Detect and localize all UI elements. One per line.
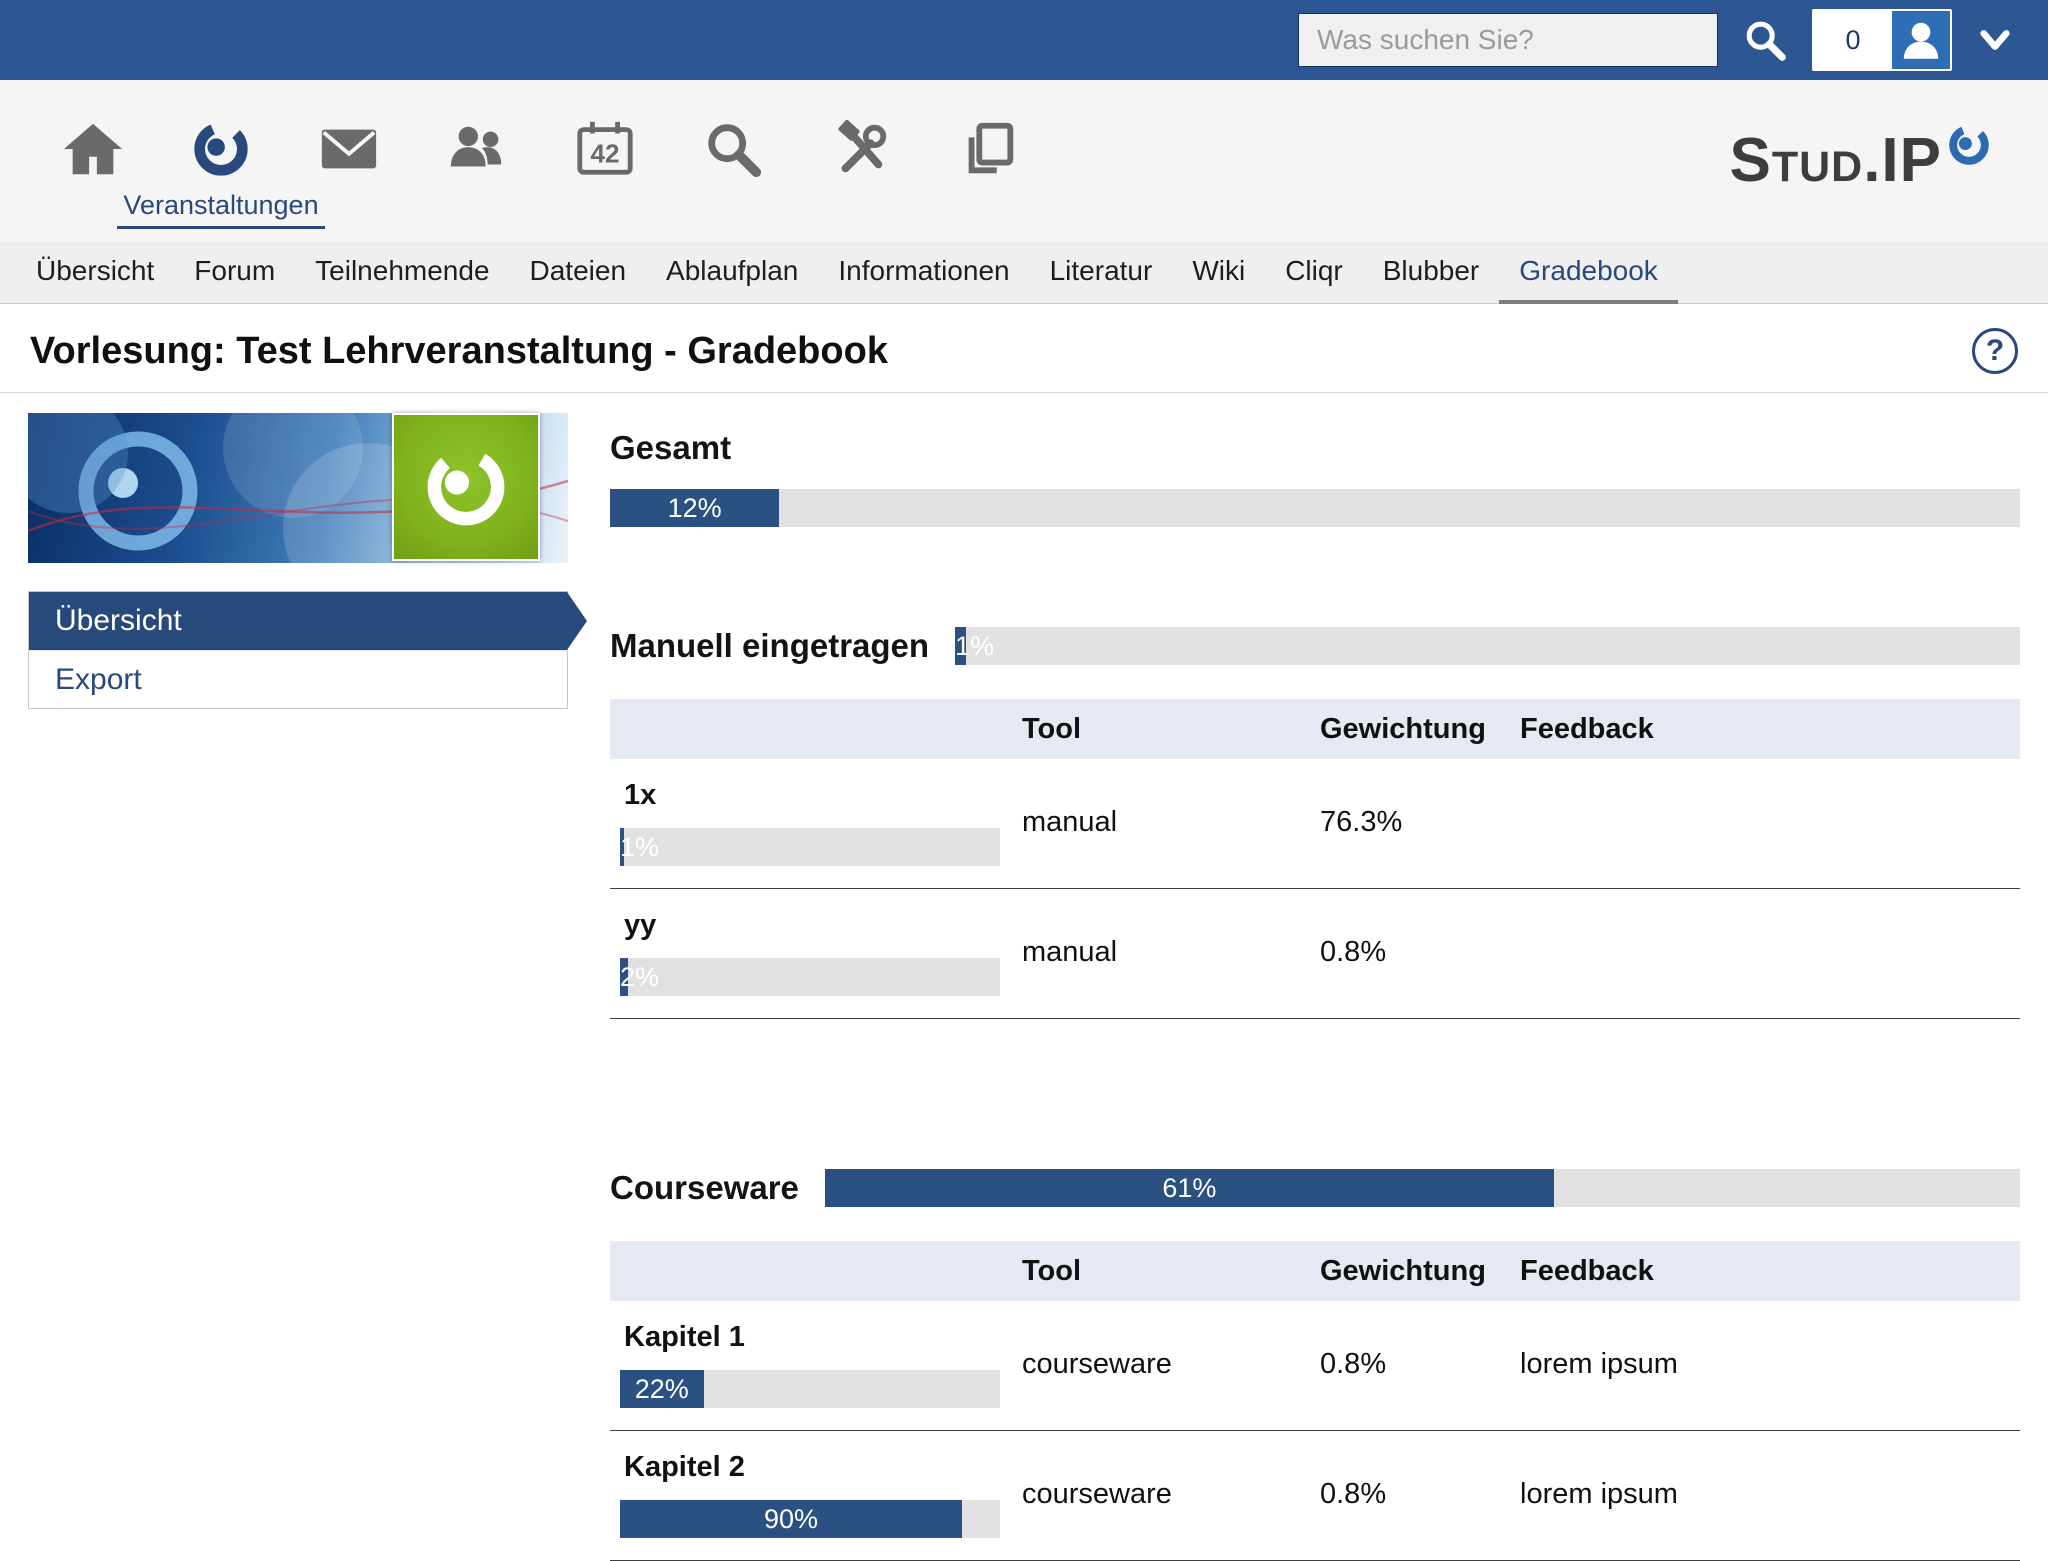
manual-section-heading: Manuell eingetragen	[610, 627, 929, 665]
col-tool: Tool	[1022, 1255, 1320, 1288]
global-search-input[interactable]	[1298, 13, 1718, 67]
course-banner-image	[28, 413, 568, 563]
tab-literatur[interactable]: Literatur	[1030, 242, 1173, 304]
col-feedback: Feedback	[1520, 1255, 2020, 1288]
avatar[interactable]	[1892, 11, 1950, 69]
sidebar-item-label: Übersicht	[55, 604, 182, 638]
tab-ablaufplan[interactable]: Ablaufplan	[646, 242, 818, 304]
row-gewichtung: 0.8%	[1320, 936, 1520, 969]
manual-table: Tool Gewichtung Feedback 1x 1%	[610, 699, 2020, 1019]
row-feedback: lorem ipsum	[1520, 1478, 2020, 1511]
row-progressbar: 1%	[620, 828, 1000, 866]
help-icon[interactable]: ?	[1972, 328, 2018, 374]
page-header: Vorlesung: Test Lehrveranstaltung - Grad…	[0, 304, 2048, 393]
person-icon	[1896, 15, 1946, 65]
manual-progress-label: 1%	[955, 627, 994, 665]
row-progressbar: 2%	[620, 958, 1000, 996]
row-gewichtung: 0.8%	[1320, 1478, 1520, 1511]
schedule-icon[interactable]: 42	[570, 80, 640, 242]
courseware-section-heading: Courseware	[610, 1169, 799, 1207]
table-row: yy 2% manual 0.8%	[610, 889, 2020, 1019]
svg-text:42: 42	[590, 139, 619, 169]
row-name: Kapitel 1	[610, 1321, 1022, 1354]
sidebar: Übersicht Export	[28, 413, 568, 1561]
content-area: Vorlesung: Test Lehrveranstaltung - Grad…	[0, 304, 2048, 1561]
topbar: 0	[0, 0, 2048, 80]
course-logo-tile	[392, 413, 540, 561]
tab-forum[interactable]: Forum	[174, 242, 295, 304]
row-progress-label: 2%	[620, 958, 659, 996]
mail-icon[interactable]	[314, 80, 384, 242]
studip-logo-text: Stud.IP	[1729, 130, 1942, 192]
courses-swirl-icon[interactable]: Veranstaltungen	[186, 80, 256, 242]
row-tool: courseware	[1022, 1478, 1320, 1511]
user-box: 0	[1812, 9, 1952, 71]
row-name: yy	[610, 909, 1022, 942]
table-header-row: Tool Gewichtung Feedback	[610, 699, 2020, 759]
tab-teilnehmende[interactable]: Teilnehmende	[295, 242, 509, 304]
col-feedback: Feedback	[1520, 713, 2020, 746]
col-tool: Tool	[1022, 713, 1320, 746]
courseware-section: Courseware 61% Tool Gewichtung Feedback	[610, 1169, 2020, 1561]
chevron-down-icon[interactable]	[1976, 24, 2014, 56]
row-feedback: lorem ipsum	[1520, 1348, 2020, 1381]
overall-section: Gesamt 12%	[610, 429, 2020, 527]
notification-count[interactable]: 0	[1814, 25, 1892, 56]
overall-progress-label: 12%	[610, 489, 779, 527]
tab-uebersicht[interactable]: Übersicht	[16, 242, 174, 304]
sidebar-menu: Übersicht Export	[28, 591, 568, 709]
course-logo-swirl-icon	[411, 432, 521, 542]
table-row: 1x 1% manual 76.3%	[610, 759, 2020, 889]
tab-gradebook[interactable]: Gradebook	[1499, 242, 1678, 304]
active-toolbar-label: Veranstaltungen	[117, 190, 324, 229]
table-row: Kapitel 2 90% courseware 0.8% lorem ipsu…	[610, 1431, 2020, 1561]
manual-section: Manuell eingetragen 1% Tool Gewichtung F…	[610, 627, 2020, 1019]
courseware-progress-label: 61%	[825, 1169, 1554, 1207]
row-name: Kapitel 2	[610, 1451, 1022, 1484]
table-header-row: Tool Gewichtung Feedback	[610, 1241, 2020, 1301]
tab-dateien[interactable]: Dateien	[510, 242, 647, 304]
course-tabbar: Übersicht Forum Teilnehmende Dateien Abl…	[0, 242, 2048, 304]
tab-informationen[interactable]: Informationen	[818, 242, 1029, 304]
clipboard-icon[interactable]	[954, 80, 1024, 242]
row-name: 1x	[610, 779, 1022, 812]
studip-logo: Stud.IP	[1729, 130, 1992, 192]
studip-logo-swirl-icon	[1946, 122, 1992, 173]
row-progress-label: 1%	[620, 828, 659, 866]
overall-heading: Gesamt	[610, 429, 2020, 467]
search-icon[interactable]	[698, 80, 768, 242]
community-icon[interactable]	[442, 80, 512, 242]
overall-progressbar: 12%	[610, 489, 2020, 527]
row-gewichtung: 0.8%	[1320, 1348, 1520, 1381]
sidebar-item-export[interactable]: Export	[29, 650, 567, 708]
row-progress-label: 22%	[620, 1370, 704, 1408]
row-progressbar: 90%	[620, 1500, 1000, 1538]
col-gewichtung: Gewichtung	[1320, 713, 1520, 746]
sidebar-item-uebersicht[interactable]: Übersicht	[29, 592, 567, 650]
courseware-table: Tool Gewichtung Feedback Kapitel 1 22%	[610, 1241, 2020, 1561]
sidebar-item-label: Export	[55, 663, 142, 697]
main-icon-toolbar: Veranstaltungen 42	[0, 80, 2048, 242]
courseware-section-progressbar: 61%	[825, 1169, 2020, 1207]
row-progressbar: 22%	[620, 1370, 1000, 1408]
tab-wiki[interactable]: Wiki	[1172, 242, 1265, 304]
gradebook-main: Gesamt 12% Manuell eingetragen 1%	[610, 413, 2020, 1561]
row-progress-label: 90%	[620, 1500, 962, 1538]
manual-section-progressbar: 1%	[955, 627, 2020, 665]
row-gewichtung: 76.3%	[1320, 806, 1520, 839]
col-gewichtung: Gewichtung	[1320, 1255, 1520, 1288]
search-submit-icon[interactable]	[1742, 17, 1788, 63]
row-tool: courseware	[1022, 1348, 1320, 1381]
tab-cliqr[interactable]: Cliqr	[1265, 242, 1363, 304]
page-title: Vorlesung: Test Lehrveranstaltung - Grad…	[30, 330, 888, 373]
tools-icon[interactable]	[826, 80, 896, 242]
table-row: Kapitel 1 22% courseware 0.8% lorem ipsu…	[610, 1301, 2020, 1431]
row-tool: manual	[1022, 806, 1320, 839]
row-tool: manual	[1022, 936, 1320, 969]
tab-blubber[interactable]: Blubber	[1363, 242, 1500, 304]
